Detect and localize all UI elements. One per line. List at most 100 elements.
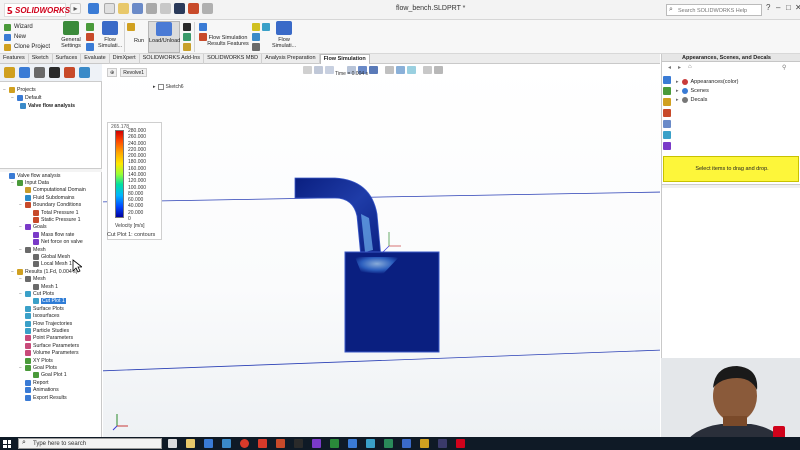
tree-node-goals[interactable]: − Goals xyxy=(18,224,47,231)
tab-analysis-preparation[interactable]: Analysis Preparation xyxy=(262,54,320,64)
save-icon[interactable] xyxy=(132,3,143,14)
expander-icon[interactable]: ▸ xyxy=(676,88,679,94)
telegram-taskbar-icon[interactable] xyxy=(366,439,375,448)
display-icon[interactable] xyxy=(252,23,260,31)
tree-node-xy-plots[interactable]: XY Plots xyxy=(18,357,53,364)
expander-icon[interactable]: ▸ xyxy=(676,97,679,103)
expander-icon[interactable]: − xyxy=(18,224,23,230)
tab-solidworks-mbd[interactable]: SOLIDWORKS MBD xyxy=(204,54,263,64)
store-taskbar-icon[interactable] xyxy=(222,439,231,448)
goals-icon[interactable] xyxy=(86,33,94,41)
expander-icon[interactable]: ▸ xyxy=(676,79,679,85)
solidworks-taskbar-icon[interactable] xyxy=(456,439,465,448)
tree-node-surface-plots[interactable]: Surface Plots xyxy=(18,305,64,312)
expander-icon[interactable]: − xyxy=(18,365,23,371)
cad-taskbar-icon[interactable] xyxy=(438,439,447,448)
report-icon[interactable] xyxy=(262,23,270,31)
run-button[interactable]: Run xyxy=(129,21,149,44)
print-icon[interactable] xyxy=(146,3,157,14)
appearance-item-scenes[interactable]: ▸ Scenes xyxy=(676,87,709,95)
open-folder-icon[interactable] xyxy=(118,3,129,14)
whatsapp-taskbar-icon[interactable] xyxy=(384,439,393,448)
tab-evaluate[interactable]: Evaluate xyxy=(81,54,110,64)
feature-tree-icon[interactable] xyxy=(4,67,15,78)
task-pane-splitter[interactable] xyxy=(662,184,800,188)
file-explorer-icon[interactable] xyxy=(663,98,671,106)
tree-node-flow-trajectories[interactable]: Flow Trajectories xyxy=(18,320,72,327)
configuration-icon[interactable] xyxy=(34,67,45,78)
tree-node-input-data[interactable]: − Input Data xyxy=(10,179,49,186)
property-manager-icon[interactable] xyxy=(19,67,30,78)
dimxpert-icon[interactable] xyxy=(49,67,60,78)
results-features-button[interactable]: Flow Simulation Results Features xyxy=(206,21,250,47)
help-search-input[interactable] xyxy=(678,6,760,15)
tree-node-mesh[interactable]: − Mesh xyxy=(18,246,46,253)
edge-taskbar-icon[interactable] xyxy=(348,439,357,448)
forward-icon[interactable]: ▸ xyxy=(678,64,681,71)
file-explorer-taskbar-icon[interactable] xyxy=(186,439,195,448)
appearance-item-appearances-color[interactable]: ▸ Appearances(color) xyxy=(676,78,739,86)
select-arrow-icon[interactable] xyxy=(174,3,185,14)
load-unload-button[interactable]: Load/Unload xyxy=(148,21,180,53)
close-icon[interactable]: ✕ xyxy=(795,3,800,12)
tree-node-valve-flow-analysis[interactable]: Valve flow analysis xyxy=(2,172,60,179)
tree-node-surface-parameters[interactable]: Surface Parameters xyxy=(18,342,79,349)
chrome-taskbar-icon[interactable] xyxy=(240,439,249,448)
view-palette-icon[interactable] xyxy=(663,109,671,117)
tree-node-default[interactable]: − Default xyxy=(10,94,41,101)
appearances-tab-icon[interactable] xyxy=(663,120,671,128)
tree-node-projects[interactable]: − Projects xyxy=(2,86,36,93)
tree-node-goal-plots[interactable]: − Goal Plots xyxy=(18,364,57,371)
options-gear-icon[interactable] xyxy=(202,3,213,14)
tree-node-animations[interactable]: Animations xyxy=(18,387,59,394)
tree-node-cut-plots[interactable]: − Cut Plots xyxy=(18,290,54,297)
tree-node-results-1-fd-0-004-s[interactable]: − Results (1.Fd, 0.004 s) xyxy=(10,268,77,275)
solidworks-logo[interactable]: ƽ SOLIDWORKS xyxy=(4,3,70,17)
expander-icon[interactable]: − xyxy=(10,269,15,275)
home-icon[interactable]: ⌂ xyxy=(688,64,692,70)
flow-trajectory-icon[interactable] xyxy=(183,43,191,51)
mesh-icon[interactable] xyxy=(86,43,94,51)
tree-node-global-mesh[interactable]: Global Mesh xyxy=(26,253,70,260)
tab-surfaces[interactable]: Surfaces xyxy=(53,54,82,64)
tab-features[interactable]: Features xyxy=(0,54,29,64)
tree-node-point-parameters[interactable]: Point Parameters xyxy=(18,335,73,342)
surface-plot-icon[interactable] xyxy=(183,33,191,41)
tab-solidworks-add-ins[interactable]: SOLIDWORKS Add-Ins xyxy=(140,54,205,64)
media-taskbar-icon[interactable] xyxy=(294,439,303,448)
tree-node-volume-parameters[interactable]: Volume Parameters xyxy=(18,350,79,357)
new-document-icon[interactable] xyxy=(104,3,115,14)
back-icon[interactable]: ◂ xyxy=(668,64,671,71)
flow-simulation-menu-button[interactable]: Flow Simulati... xyxy=(98,21,122,49)
design-library-icon[interactable] xyxy=(663,87,671,95)
tab-sketch[interactable]: Sketch xyxy=(29,54,53,64)
solidworks-forum-icon[interactable] xyxy=(663,142,671,150)
animation-icon[interactable] xyxy=(252,33,260,41)
tree-node-net-force-on-valve[interactable]: Net force on valve xyxy=(26,239,83,246)
tree-node-mesh-1[interactable]: Mesh 1 xyxy=(26,283,58,290)
expander-icon[interactable]: − xyxy=(18,291,23,297)
flow-simulation-results-button[interactable]: Flow Simulati... xyxy=(272,21,296,49)
appearance-item-decals[interactable]: ▸ Decals xyxy=(676,96,707,104)
tree-node-cut-plot-1[interactable]: Cut Plot 1 xyxy=(26,298,66,305)
general-settings-button[interactable]: General Settings xyxy=(58,21,84,49)
windows-start-icon[interactable] xyxy=(3,440,11,448)
taskbar-search[interactable]: ⌕ Type here to search xyxy=(18,438,162,449)
rebuild-icon[interactable] xyxy=(188,3,199,14)
drag-drop-area[interactable]: Select items to drag and drop. xyxy=(663,156,799,182)
tree-node-static-pressure-1[interactable]: Static Pressure 1 xyxy=(26,216,81,223)
tab-flow-simulation[interactable]: Flow Simulation xyxy=(319,54,370,64)
tree-node-boundary-conditions[interactable]: − Boundary Conditions xyxy=(18,202,81,209)
resources-icon[interactable] xyxy=(663,76,671,84)
graphics-area[interactable]: ⊕ Revolve1 Time = 0.004 s ▸ Sketch6 265.… xyxy=(103,64,660,437)
custom-properties-icon[interactable] xyxy=(663,131,671,139)
maximize-icon[interactable]: □ xyxy=(786,3,791,12)
display-manager-icon[interactable] xyxy=(64,67,75,78)
home-icon[interactable] xyxy=(88,3,99,14)
onenote-taskbar-icon[interactable] xyxy=(312,439,321,448)
tree-node-project[interactable]: Valve flow analysis xyxy=(20,102,75,109)
tree-node-report[interactable]: Report xyxy=(18,379,49,386)
excel-taskbar-icon[interactable] xyxy=(330,439,339,448)
clone-project-button[interactable]: Clone Project xyxy=(4,42,50,52)
cut-plot-icon[interactable] xyxy=(183,23,191,31)
